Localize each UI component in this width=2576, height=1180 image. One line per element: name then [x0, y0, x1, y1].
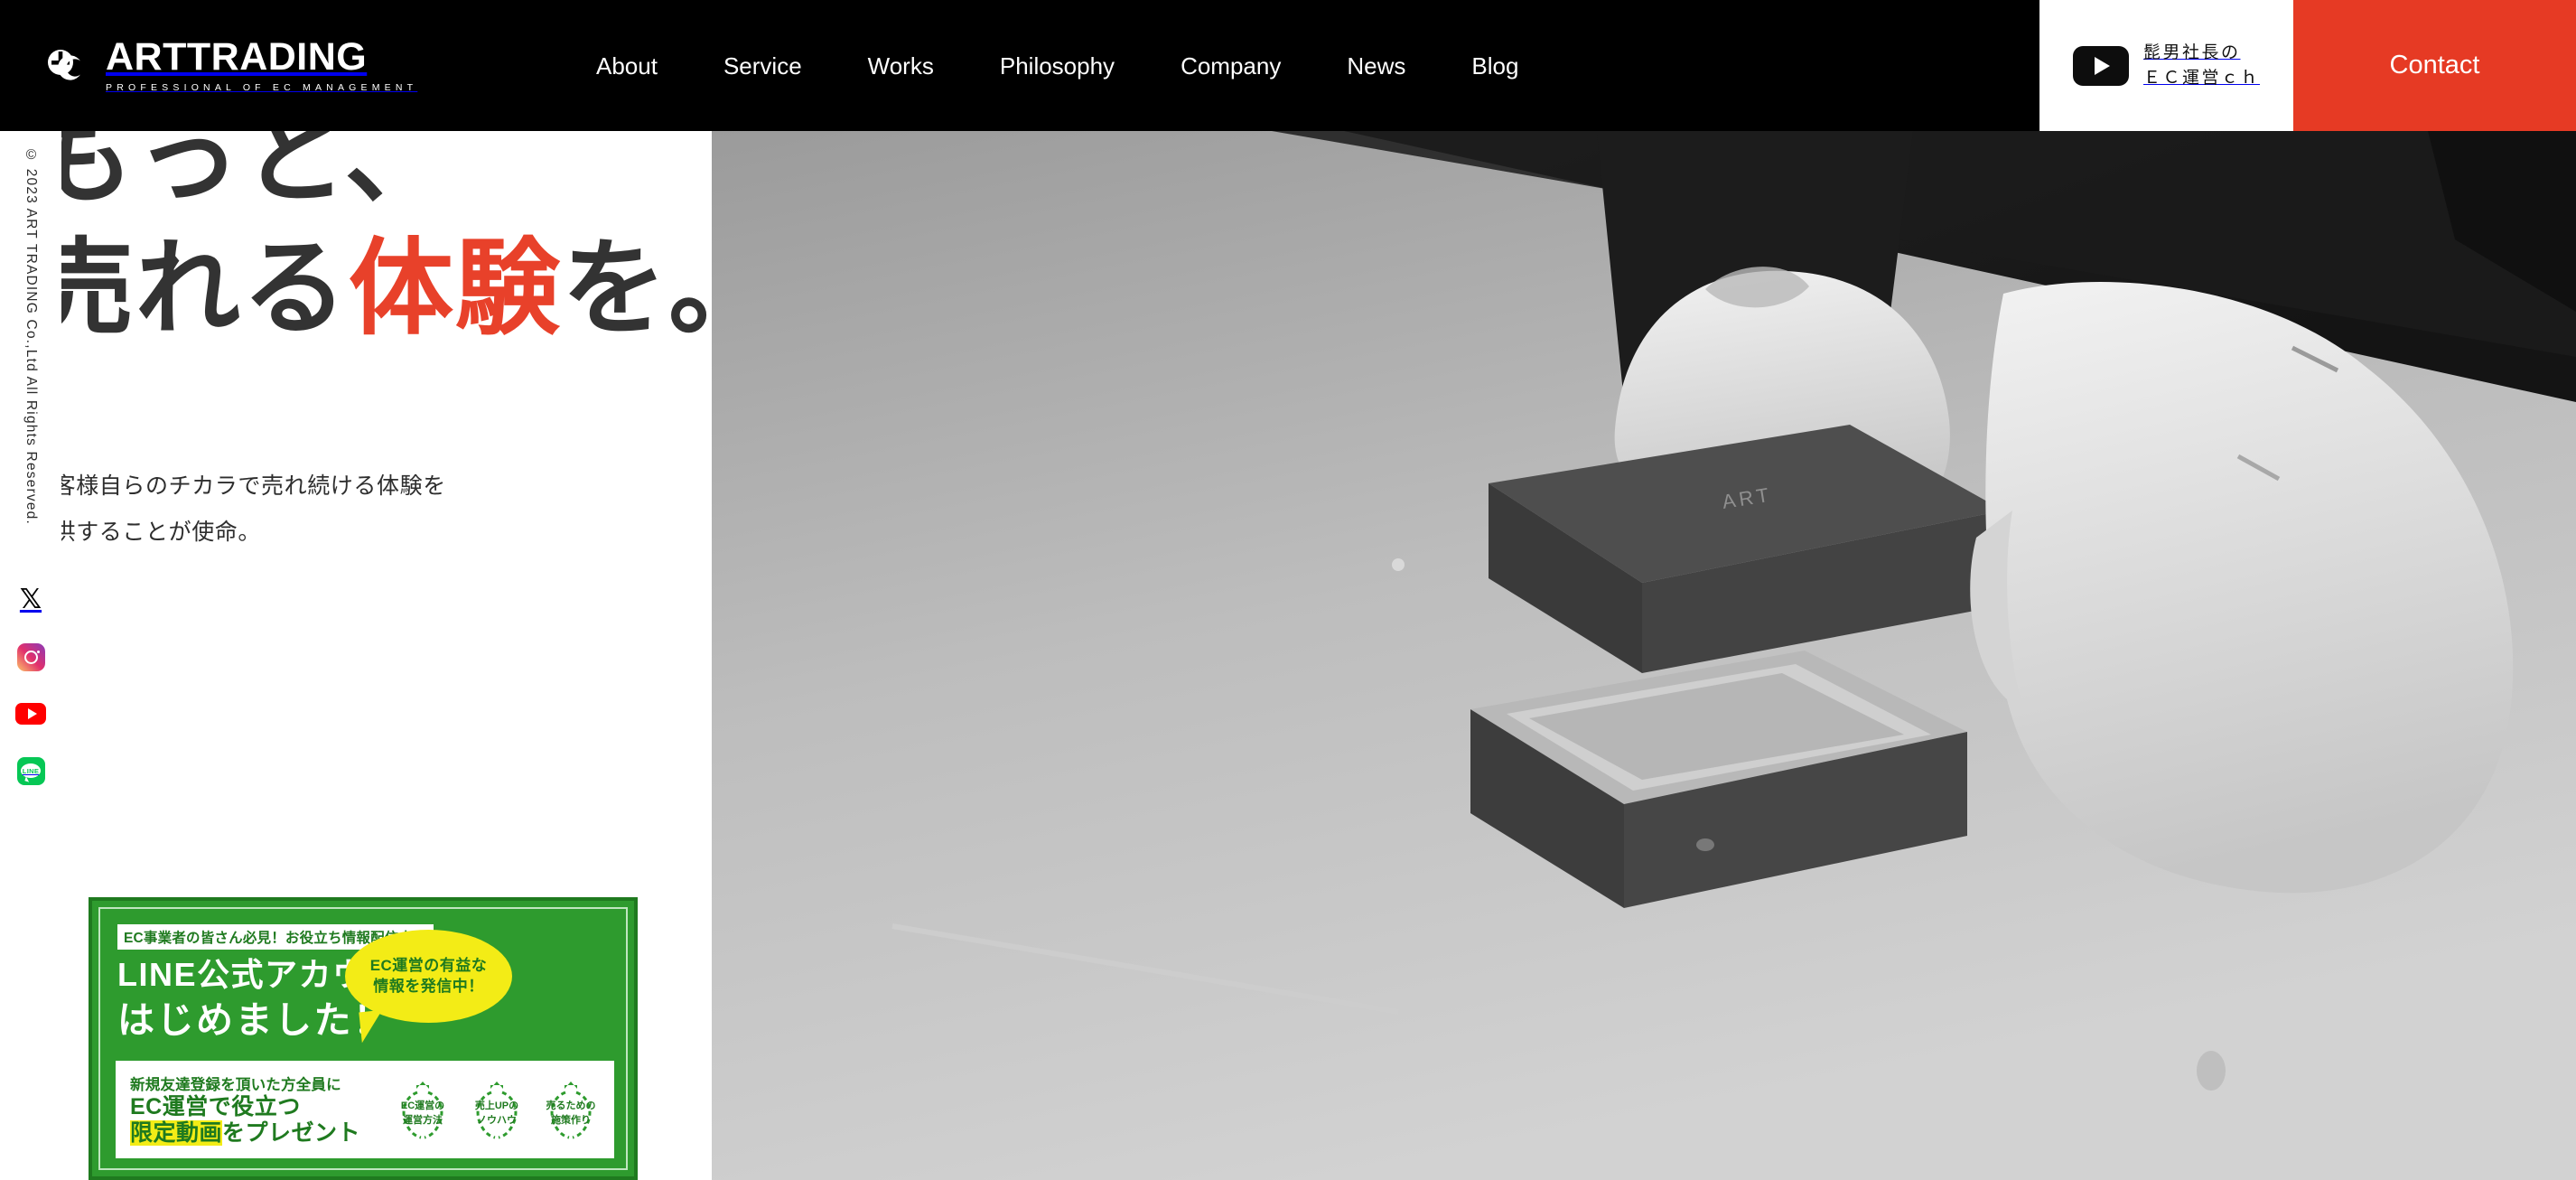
youtube-glyph	[15, 703, 46, 725]
logo-wordmark: ARTTRADING	[106, 35, 368, 80]
social-links: 𝕏 LINE	[0, 585, 61, 786]
speech-bubble: EC運営の有益な 情報を発信中！	[345, 930, 512, 1023]
badge-1-line-2: ノウハウ	[477, 1114, 517, 1126]
youtube-channel-link[interactable]: 髭男社長の ＥＣ運営ｃｈ	[2039, 0, 2293, 131]
contact-button[interactable]: Contact	[2293, 0, 2576, 131]
badge-0-line-2: 運営方法	[403, 1114, 443, 1126]
lead-line-2: 提供することが使命。	[30, 520, 262, 546]
headline-accent-word: 体験	[349, 229, 562, 348]
nav-item-about[interactable]: About	[596, 45, 658, 87]
copyright-vertical-text: © 2023 ART TRADING Co.,Ltd All Rights Re…	[23, 147, 39, 526]
site-header: ARTTRADING PROFESSIONAL OF EC MANAGEMENT…	[0, 0, 2576, 131]
nav-item-service[interactable]: Service	[723, 45, 802, 87]
banner-offer-card: 新規友達登録を頂いた方全員に EC運営で役立つ 限定動画をプレゼント EC運営の…	[116, 1061, 614, 1158]
badge-ec-operation: EC運営の 運営方法	[390, 1074, 455, 1145]
headline-line-2-part-b: を。	[562, 229, 775, 348]
badge-2-line-1: 売るための	[546, 1100, 596, 1111]
badge-strategy: 売るための 施策作り	[538, 1074, 603, 1145]
badge-group: EC運営の 運営方法 売上UPの ノウハウ 売るための 施策作り	[387, 1074, 603, 1145]
hero-lead-text: お客様自らのチカラで売れ続ける体験を 提供することが使命。	[30, 464, 446, 557]
bubble-line-1: EC運営の有益な	[369, 956, 488, 974]
youtube-icon[interactable]	[15, 698, 46, 729]
nav-item-philosophy[interactable]: Philosophy	[1000, 45, 1115, 87]
badge-sales-up: 売上UPの ノウハウ	[464, 1074, 529, 1145]
offer-line-2: EC運営で役立つ	[130, 1094, 301, 1120]
lead-line-1: お客様自らのチカラで売れ続ける体験を	[30, 473, 446, 499]
nav-item-company[interactable]: Company	[1181, 45, 1281, 87]
line-official-account-banner[interactable]: EC事業者の皆さん必見！お役立ち情報配信中！ LINE公式アカウント はじめまし…	[89, 897, 638, 1180]
offer-line-1: 新規友達登録を頂いた方全員に	[130, 1077, 341, 1094]
badge-0-line-1: EC運営の	[400, 1100, 445, 1111]
youtube-label-line1: 髭男社長の	[2142, 42, 2241, 62]
badge-2-line-2: 施策作り	[551, 1114, 591, 1126]
logo-tagline: PROFESSIONAL OF EC MANAGEMENT	[106, 82, 418, 94]
hero-photo: ART	[712, 131, 2576, 1180]
hero-headline: もっと、 売れる体験を。	[29, 104, 775, 342]
bubble-line-2: 情報を発信中！	[373, 977, 484, 995]
line-glyph: LINE	[16, 756, 45, 785]
instagram-glyph	[16, 642, 45, 671]
homepage-hero-screen: ARTTRADING PROFESSIONAL OF EC MANAGEMENT…	[0, 0, 2576, 1180]
youtube-label-line2: ＥＣ運営ｃｈ	[2142, 68, 2260, 88]
banner-headline-2: はじめました！	[117, 999, 393, 1041]
main-navigation: About Service Works Philosophy Company N…	[560, 0, 2039, 131]
x-icon[interactable]: 𝕏	[15, 585, 46, 615]
left-sidebar: © 2023 ART TRADING Co.,Ltd All Rights Re…	[0, 131, 61, 1180]
instagram-icon[interactable]	[15, 642, 46, 672]
site-logo[interactable]: ARTTRADING PROFESSIONAL OF EC MANAGEMENT	[0, 0, 560, 131]
youtube-play-icon	[2072, 45, 2129, 86]
nav-item-works[interactable]: Works	[868, 45, 934, 87]
arttrading-logo-mark	[41, 41, 91, 91]
x-glyph: 𝕏	[19, 585, 42, 614]
offer-highlight: 限定動画	[130, 1120, 223, 1146]
line-label: LINE	[22, 766, 40, 775]
nav-item-news[interactable]: News	[1347, 45, 1405, 87]
nav-item-blog[interactable]: Blog	[1471, 45, 1518, 87]
offer-line-3: 限定動画をプレゼント	[130, 1120, 360, 1146]
offer-line-3-rest: をプレゼント	[222, 1120, 361, 1146]
line-icon[interactable]: LINE	[15, 755, 46, 786]
badge-1-line-1: 売上UPの	[474, 1100, 519, 1111]
headline-line-2-part-a: 売れる	[29, 229, 349, 348]
